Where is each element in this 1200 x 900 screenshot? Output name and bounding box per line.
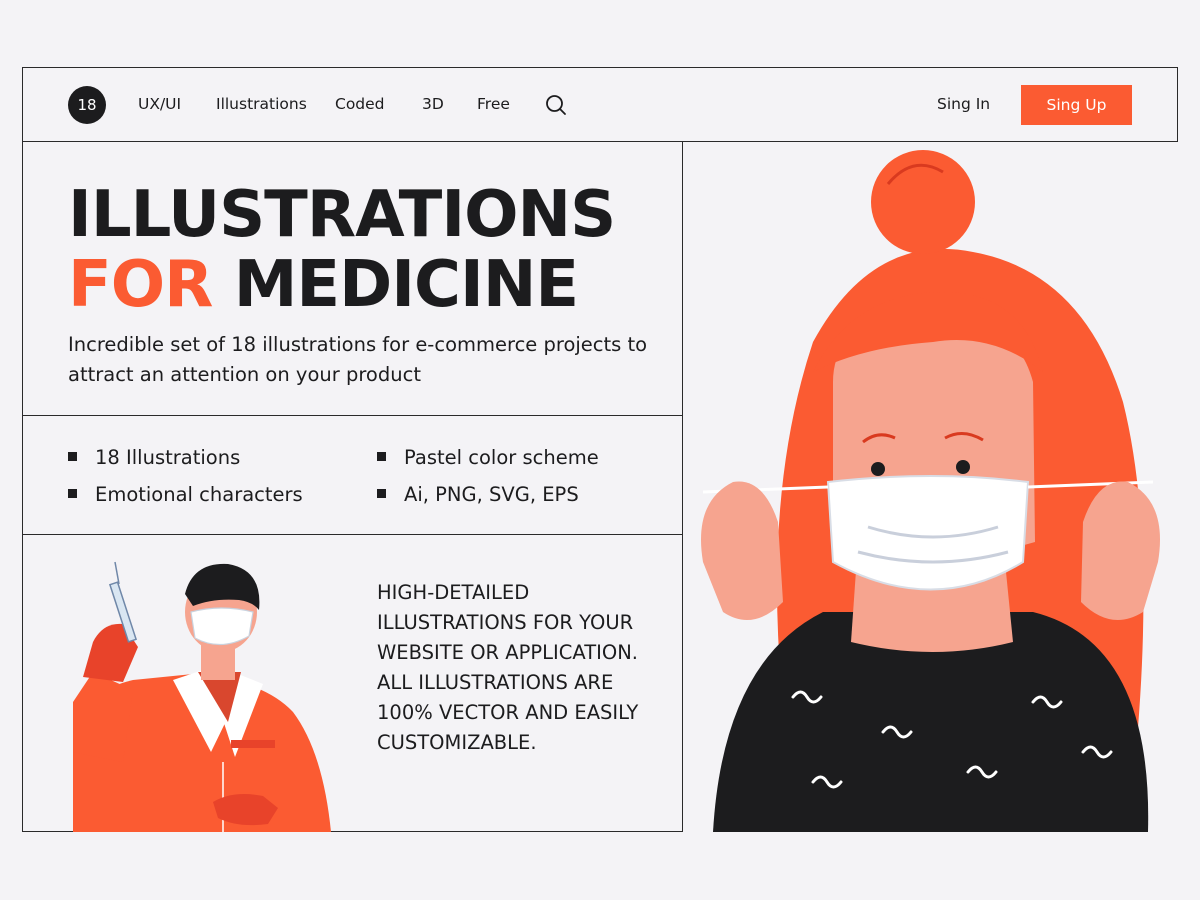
top-navigation: 18 UX/UI Illustrations Coded 3D Free Sin… bbox=[23, 68, 1177, 142]
sign-up-button[interactable]: Sing Up bbox=[1021, 85, 1132, 125]
feature-item: Emotional characters bbox=[68, 483, 303, 507]
title-line-1: ILLUSTRATIONS bbox=[68, 178, 616, 252]
title-accent: FOR bbox=[68, 248, 213, 322]
title-line-2: MEDICINE bbox=[233, 248, 579, 322]
divider bbox=[23, 534, 682, 535]
detail-description: HIGH-DETAILED ILLUSTRATIONS FOR YOUR WEB… bbox=[377, 581, 639, 754]
page-title: ILLUSTRATIONS FOR MEDICINE bbox=[68, 178, 616, 322]
feature-item: Pastel color scheme bbox=[377, 446, 599, 470]
landing-frame: 18 UX/UI Illustrations Coded 3D Free Sin… bbox=[22, 67, 1178, 832]
nav-link-free[interactable]: Free bbox=[477, 95, 510, 113]
bullet-icon bbox=[377, 452, 386, 461]
feature-label: Pastel color scheme bbox=[404, 446, 599, 469]
search-icon[interactable] bbox=[544, 93, 568, 117]
woman-with-mask-illustration bbox=[683, 142, 1178, 832]
feature-label: Emotional characters bbox=[95, 483, 303, 506]
doctor-illustration bbox=[73, 561, 331, 832]
nav-link-uxui[interactable]: UX/UI bbox=[138, 95, 181, 113]
hero-subtitle: Incredible set of 18 illustrations for e… bbox=[68, 333, 648, 386]
bullet-icon bbox=[377, 489, 386, 498]
feature-label: Ai, PNG, SVG, EPS bbox=[404, 483, 579, 506]
feature-label: 18 Illustrations bbox=[95, 446, 241, 469]
logo[interactable]: 18 bbox=[68, 86, 106, 124]
nav-link-coded[interactable]: Coded bbox=[335, 95, 385, 113]
feature-item: 18 Illustrations bbox=[68, 446, 240, 470]
divider bbox=[23, 415, 682, 416]
nav-link-3d[interactable]: 3D bbox=[422, 95, 444, 113]
bullet-icon bbox=[68, 452, 77, 461]
sign-in-link[interactable]: Sing In bbox=[937, 95, 990, 113]
nav-link-illustrations[interactable]: Illustrations bbox=[216, 95, 307, 113]
feature-item: Ai, PNG, SVG, EPS bbox=[377, 483, 579, 507]
bullet-icon bbox=[68, 489, 77, 498]
